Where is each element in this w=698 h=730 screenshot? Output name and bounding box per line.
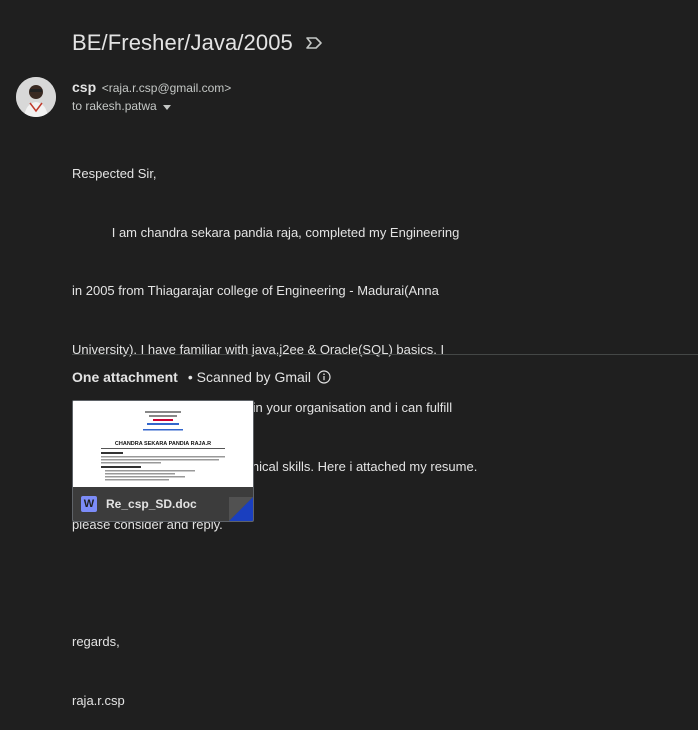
body-line: I am chandra sekara pandia raja, complet… (72, 224, 460, 240)
body-line: raja.r.csp (72, 692, 125, 708)
info-icon[interactable] (317, 370, 331, 384)
recipient-label: to rakesh.patwa (72, 99, 157, 113)
word-doc-icon: W (81, 496, 97, 512)
body-line (72, 574, 477, 594)
scanned-label: • Scanned by Gmail (187, 369, 311, 385)
preview-title: CHANDRA SEKARA PANDIA RAJA.R (115, 441, 211, 447)
label-tag-icon[interactable] (305, 36, 323, 50)
attachment-filename: Re_csp_SD.doc (106, 497, 197, 511)
attachment-footer[interactable]: W Re_csp_SD.doc (73, 487, 253, 521)
body-line: Respected Sir, (72, 166, 157, 181)
email-subject: BE/Fresher/Java/2005 (72, 30, 293, 55)
attachment-card[interactable]: CHANDRA SEKARA PANDIA RAJA.R W Re_csp_SD… (72, 400, 254, 522)
attachment-count: One attachment (72, 369, 178, 385)
body-line: University). I have familiar with java,j… (72, 341, 445, 357)
sender-name[interactable]: csp (72, 79, 96, 95)
avatar[interactable] (16, 77, 56, 117)
divider (72, 354, 698, 355)
sender-email: <raja.r.csp@gmail.com> (101, 81, 232, 95)
attachments-header: One attachment • Scanned by Gmail (72, 369, 331, 385)
sender-line: csp <raja.r.csp@gmail.com> (72, 79, 231, 95)
recipient-details-toggle[interactable]: to rakesh.patwa (72, 99, 171, 113)
body-line: regards, (72, 634, 120, 649)
attachment-preview[interactable]: CHANDRA SEKARA PANDIA RAJA.R (73, 401, 253, 487)
chevron-down-icon[interactable] (162, 104, 171, 110)
email-subject-row: BE/Fresher/Java/2005 (72, 30, 323, 56)
page-corner-fold-icon (229, 497, 253, 521)
body-line: in 2005 from Thiagarajar college of Engi… (72, 283, 439, 298)
